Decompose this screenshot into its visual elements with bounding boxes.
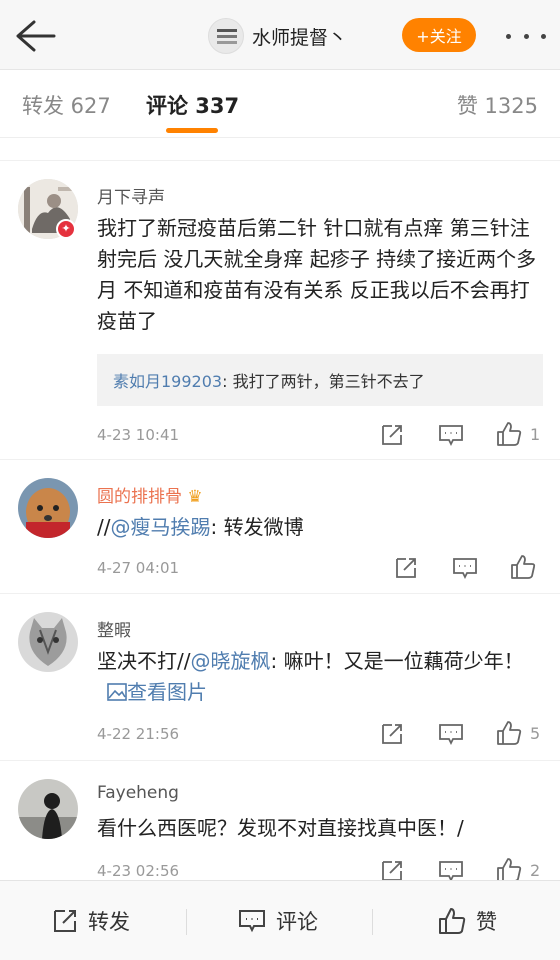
comment-button[interactable]: 评论 (238, 881, 318, 960)
forward-action[interactable] (380, 858, 404, 880)
vip-badge-icon: ✦ (56, 219, 76, 239)
share-icon (54, 910, 76, 932)
comment-time: 4-22 21:56 (97, 725, 180, 743)
user-avatar[interactable] (18, 478, 78, 538)
back-icon[interactable] (14, 18, 56, 54)
active-tab-indicator (166, 128, 218, 133)
comment-username[interactable]: 月下寻声 (97, 183, 165, 208)
tab-comment[interactable]: 评论 337 (146, 90, 239, 120)
share-icon (382, 724, 402, 744)
like-icon (497, 858, 522, 880)
like-action[interactable]: 1 (496, 421, 540, 447)
follow-button[interactable]: +关注 (402, 18, 476, 52)
view-image-link[interactable]: 查看图片 (107, 680, 207, 704)
share-icon (382, 425, 402, 445)
reply-action[interactable] (452, 555, 478, 581)
reply-action[interactable] (438, 858, 464, 880)
comment-list[interactable]: ✦ 月下寻声 我打了新冠疫苗后第二针 针口就有点痒 第三针注射完后 没几天就全身… (0, 139, 560, 880)
like-action[interactable]: 5 (496, 720, 540, 746)
comment-icon (439, 425, 463, 447)
more-icon[interactable] (506, 26, 546, 46)
tab-forward[interactable]: 转发 627 (22, 90, 111, 120)
like-icon (439, 908, 466, 934)
page-title: 水师提督丶 (252, 26, 348, 49)
forward-action[interactable] (380, 721, 404, 747)
image-icon (107, 683, 127, 701)
like-icon (497, 721, 522, 745)
comment-item: 圆的排排骨 ♛ //@瘦马挨踢: 转发微博 4-27 04:01 (0, 460, 560, 594)
reply-username[interactable]: 素如月199203 (113, 372, 222, 391)
crown-badge-icon: ♛ (187, 487, 203, 507)
user-avatar[interactable] (18, 612, 78, 672)
like-count: 2 (530, 860, 541, 880)
share-icon (382, 861, 402, 880)
like-count: 5 (530, 723, 541, 743)
comment-item: Fayeheng 看什么西医呢？发现不对直接找真中医！/ 4-23 02:56 … (0, 761, 560, 880)
user-avatar[interactable] (18, 779, 78, 839)
reply-action[interactable] (438, 422, 464, 448)
reply-preview[interactable]: 素如月199203: 我打了两针，第三针不去了 (97, 354, 543, 406)
comment-time: 4-23 10:41 (97, 426, 180, 444)
comment-username[interactable]: 圆的排排骨 ♛ (97, 482, 203, 507)
share-icon (396, 558, 416, 578)
reply-action[interactable] (438, 721, 464, 747)
top-bar: 水师提督丶 +关注 (0, 0, 560, 70)
comment-icon (239, 910, 265, 933)
like-button[interactable]: 赞 (438, 881, 497, 960)
comment-icon (439, 724, 463, 746)
comment-text: 看什么西医呢？发现不对直接找真中医！/ (97, 816, 464, 840)
tab-like[interactable]: 赞 1325 (457, 90, 538, 120)
author-avatar[interactable] (208, 18, 244, 54)
divider (186, 909, 187, 935)
like-icon (497, 422, 522, 446)
like-label: 赞 (476, 910, 497, 934)
mention-link[interactable]: @晓旋枫 (190, 649, 270, 673)
like-icon (511, 555, 536, 579)
comment-item: ✦ 月下寻声 我打了新冠疫苗后第二针 针口就有点痒 第三针注射完后 没几天就全身… (0, 161, 560, 460)
comment-time: 4-23 02:56 (97, 862, 180, 880)
forward-action[interactable] (380, 422, 404, 448)
comment-label: 评论 (276, 910, 318, 934)
comment-text: //@瘦马挨踢: 转发微博 (97, 515, 304, 539)
comment-text: 我打了新冠疫苗后第二针 针口就有点痒 第三针注射完后 没几天就全身痒 起疹子 持… (97, 216, 537, 333)
forward-label: 转发 (88, 910, 130, 934)
bottom-action-bar: 转发 评论 赞 (0, 880, 560, 960)
forward-button[interactable]: 转发 (52, 881, 130, 960)
tab-bar: 转发 627 评论 337 赞 1325 (0, 70, 560, 138)
divider (372, 909, 373, 935)
comment-text: 坚决不打//@晓旋枫: 嘛叶！又是一位藕荷少年！ 查看图片 (97, 649, 524, 704)
comment-item: 整暇 坚决不打//@晓旋枫: 嘛叶！又是一位藕荷少年！ 查看图片 4-22 21… (0, 594, 560, 761)
like-count: 1 (530, 424, 541, 444)
comment-icon (453, 558, 477, 580)
forward-action[interactable] (394, 555, 418, 581)
comment-time: 4-27 04:01 (97, 559, 180, 577)
like-action[interactable]: 2 (496, 857, 540, 880)
mention-link[interactable]: @瘦马挨踢 (110, 515, 210, 539)
comment-item-partial (0, 139, 560, 161)
author-title[interactable]: 水师提督丶 (208, 16, 347, 56)
comment-username[interactable]: 整暇 (97, 616, 131, 641)
reply-text: : 我打了两针，第三针不去了 (222, 372, 425, 391)
comment-username[interactable]: Fayeheng (97, 783, 179, 803)
comment-icon (439, 861, 463, 880)
like-action[interactable] (510, 554, 544, 580)
